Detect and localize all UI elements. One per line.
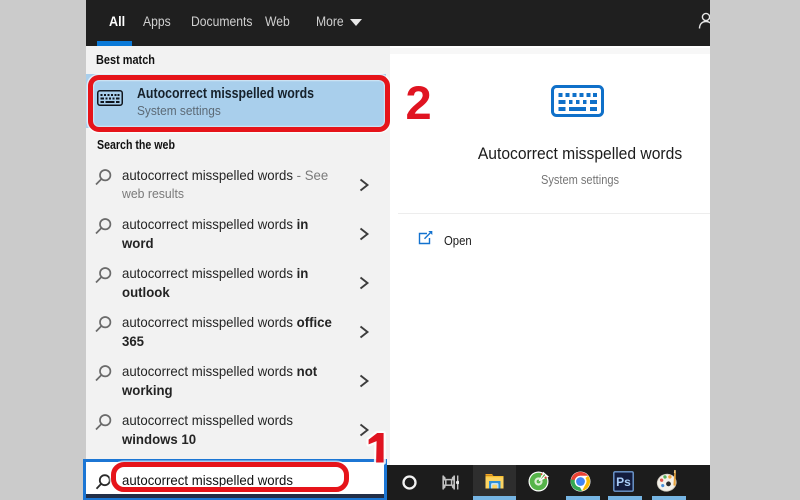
svg-text:Ps: Ps [616, 475, 631, 489]
